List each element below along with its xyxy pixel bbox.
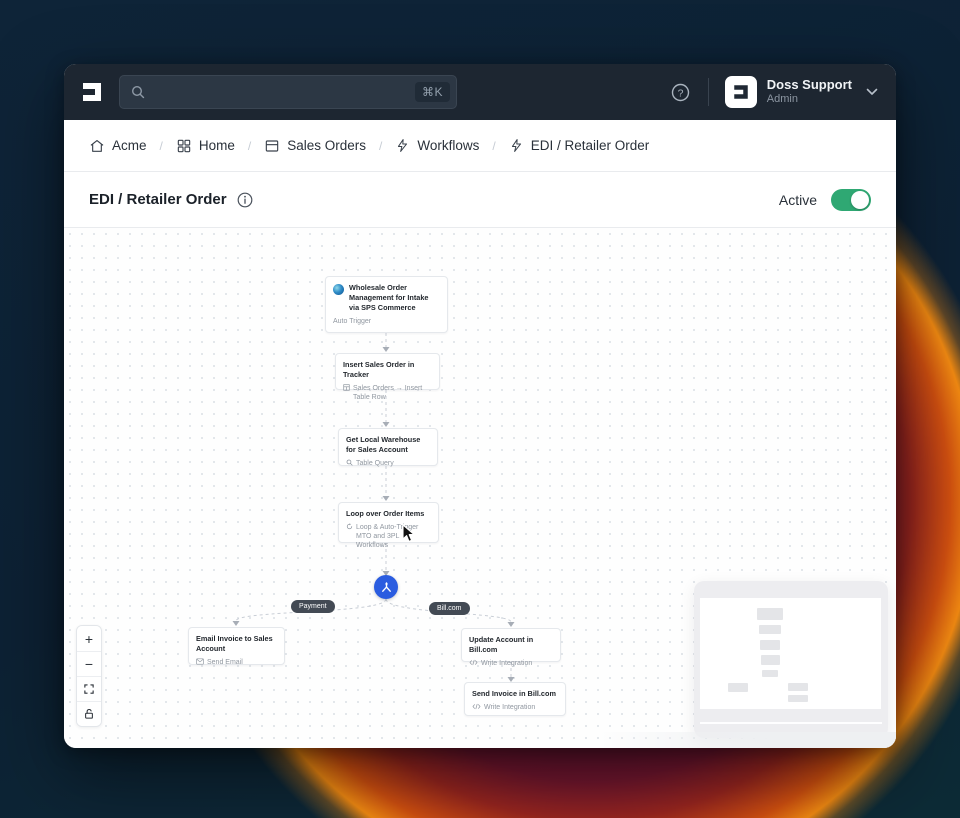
- search-input[interactable]: [146, 85, 415, 100]
- chevron-down-icon[interactable]: [866, 88, 878, 96]
- breadcrumb: Acme / Home / Sales Orders: [64, 120, 896, 172]
- zoom-out-button[interactable]: −: [77, 651, 101, 676]
- topbar-divider: [708, 78, 709, 106]
- user-role: Admin: [767, 93, 852, 107]
- branch-label-payment[interactable]: Payment: [291, 600, 335, 613]
- node-title: Wholesale Order Management for Intake vi…: [349, 283, 440, 313]
- search-icon: [130, 84, 146, 100]
- search-shortcut-badge: ⌘K: [415, 82, 450, 102]
- bolt-icon: [395, 138, 410, 153]
- workflow-node-email-invoice[interactable]: Email Invoice to Sales Account Send Emai…: [188, 627, 285, 665]
- breadcrumb-item-sales-orders[interactable]: Sales Orders: [264, 138, 366, 154]
- minimap-node-block: [759, 625, 781, 634]
- workflow-canvas[interactable]: Wholesale Order Management for Intake vi…: [64, 228, 896, 748]
- table-icon: [264, 138, 280, 154]
- node-title: Update Account in Bill.com: [469, 635, 553, 655]
- node-subtitle: Send Email: [207, 658, 243, 667]
- query-icon: [346, 459, 353, 466]
- workflow-node-get-warehouse[interactable]: Get Local Warehouse for Sales Account Ta…: [338, 428, 438, 466]
- canvas-bottom-shade: [596, 732, 896, 748]
- code-icon: [472, 703, 481, 710]
- breadcrumb-item-home[interactable]: Home: [176, 138, 235, 154]
- branch-label-billcom[interactable]: Bill.com: [429, 602, 470, 615]
- workflow-node-loop-items[interactable]: Loop over Order Items Loop & Auto-Trigge…: [338, 502, 439, 543]
- breadcrumb-item-acme[interactable]: Acme: [89, 138, 147, 154]
- breadcrumb-item-workflows[interactable]: Workflows: [395, 138, 479, 153]
- bolt-icon: [509, 138, 524, 153]
- doss-logo-icon: [80, 80, 104, 104]
- sps-commerce-icon: [333, 284, 344, 295]
- workflow-node-trigger[interactable]: Wholesale Order Management for Intake vi…: [325, 276, 448, 333]
- branch-icon: [380, 581, 393, 594]
- node-title: Loop over Order Items: [346, 509, 431, 519]
- minimap-node-block: [728, 683, 748, 692]
- minimap-scroll-line: [700, 722, 882, 724]
- minimap-panel[interactable]: [694, 581, 888, 738]
- code-icon: [469, 659, 478, 666]
- workflow-node-insert-sales-order[interactable]: Insert Sales Order in Tracker Sales Orde…: [335, 353, 440, 390]
- user-block[interactable]: Doss Support Admin: [767, 77, 852, 107]
- page-title: EDI / Retailer Order: [89, 191, 227, 208]
- help-button[interactable]: ?: [668, 79, 694, 105]
- active-toggle[interactable]: [831, 189, 871, 211]
- loop-icon: [346, 523, 353, 530]
- desktop-wallpaper: ⌘K ? Doss Support Admin: [0, 0, 960, 818]
- node-title: Get Local Warehouse for Sales Account: [346, 435, 430, 455]
- topbar: ⌘K ? Doss Support Admin: [64, 64, 896, 120]
- node-subtitle: Loop & Auto-Trigger MTO and 3PL Workflow…: [356, 523, 431, 550]
- breadcrumb-separator: /: [248, 139, 251, 153]
- help-icon: ?: [671, 83, 690, 102]
- node-title: Email Invoice to Sales Account: [196, 634, 277, 654]
- breadcrumb-item-edi-retailer-order[interactable]: EDI / Retailer Order: [509, 138, 650, 153]
- breadcrumb-separator: /: [379, 139, 382, 153]
- avatar[interactable]: [725, 76, 757, 108]
- status-label: Active: [779, 192, 817, 208]
- search-bar[interactable]: ⌘K: [119, 75, 457, 109]
- breadcrumb-label: Sales Orders: [287, 138, 366, 153]
- info-button[interactable]: [237, 192, 253, 208]
- node-subtitle: Sales Orders → Insert Table Row: [353, 384, 432, 402]
- user-name: Doss Support: [767, 77, 852, 93]
- workflow-node-update-account[interactable]: Update Account in Bill.com Write Integra…: [461, 628, 561, 662]
- svg-text:?: ?: [678, 87, 684, 99]
- branch-split-node[interactable]: [374, 575, 398, 599]
- node-subtitle: Write Integration: [481, 659, 532, 668]
- node-subtitle: Auto Trigger: [333, 317, 440, 326]
- info-icon: [237, 192, 253, 208]
- breadcrumb-label: Home: [199, 138, 235, 153]
- minimap-node-block: [788, 695, 808, 702]
- canvas-controls: + −: [76, 625, 102, 727]
- lock-button[interactable]: [77, 701, 101, 726]
- node-title: Send Invoice in Bill.com: [472, 689, 558, 699]
- toggle-knob: [851, 191, 869, 209]
- minimap-node-block: [762, 670, 778, 677]
- grid-icon: [176, 138, 192, 154]
- minimap-viewport: [700, 598, 881, 709]
- fit-view-button[interactable]: [77, 676, 101, 701]
- minimap-node-block: [761, 655, 780, 665]
- breadcrumb-label: Workflows: [417, 138, 479, 153]
- fit-view-icon: [83, 683, 95, 695]
- breadcrumb-label: Acme: [112, 138, 147, 153]
- minimap-node-block: [788, 683, 808, 691]
- mail-icon: [196, 658, 204, 665]
- node-subtitle: Write Integration: [484, 703, 535, 712]
- table-icon: [343, 384, 350, 391]
- zoom-in-button[interactable]: +: [77, 626, 101, 651]
- doss-avatar-logo-icon: [732, 83, 750, 101]
- minimap-node-block: [757, 608, 783, 620]
- title-bar: EDI / Retailer Order Active: [64, 172, 896, 228]
- home-icon: [89, 138, 105, 154]
- node-title: Insert Sales Order in Tracker: [343, 360, 432, 380]
- breadcrumb-separator: /: [492, 139, 495, 153]
- minimap-node-block: [760, 640, 780, 650]
- breadcrumb-separator: /: [160, 139, 163, 153]
- breadcrumb-label: EDI / Retailer Order: [531, 138, 650, 153]
- lock-open-icon: [83, 708, 95, 720]
- workflow-node-send-invoice[interactable]: Send Invoice in Bill.com Write Integrati…: [464, 682, 566, 716]
- app-window: ⌘K ? Doss Support Admin: [64, 64, 896, 748]
- node-subtitle: Table Query: [356, 459, 394, 468]
